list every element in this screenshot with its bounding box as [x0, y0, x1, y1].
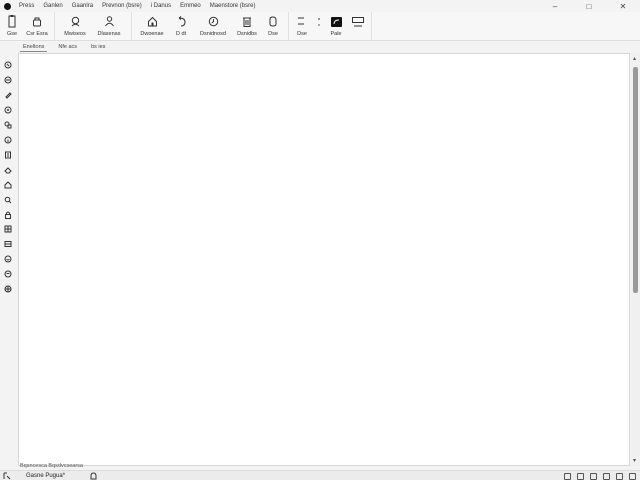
person-icon [102, 15, 116, 28]
ribbon-toolbar: Gse Csr Esra Mwiseos Dlasenas Dwoenae D … [0, 12, 640, 41]
menu-item-gaanlra[interactable]: Gaanlra [72, 3, 93, 9]
cut-label: Csr Esra [26, 31, 48, 37]
menu-item-emmeo[interactable]: Emmeo [180, 3, 201, 9]
scrollbar-thumb[interactable] [633, 67, 638, 293]
minimize-button[interactable]: – [538, 0, 572, 12]
home-icon[interactable] [3, 180, 12, 189]
undo-icon [174, 15, 188, 28]
scroll-up-icon[interactable]: ▴ [633, 55, 636, 62]
menu-item-ganlen[interactable]: Ganlen [43, 3, 62, 9]
document-icon[interactable] [3, 150, 12, 159]
pen-icon[interactable] [3, 90, 12, 99]
search-icon[interactable] [3, 195, 12, 204]
zoom-icon[interactable] [616, 472, 623, 480]
tab-eneltons[interactable]: Eneltons [20, 43, 48, 52]
line-tool-label: Dse [297, 31, 307, 37]
scroll-down-icon[interactable]: ▾ [633, 457, 636, 464]
menu-item-prevnon[interactable]: Prevnon (bsre) [102, 3, 142, 9]
status-text: Gasne Pugua* [26, 472, 66, 479]
tab-strip: Eneltons Nfe acs bs ies [20, 42, 108, 52]
eraser-icon[interactable] [3, 165, 12, 174]
fullscreen-icon[interactable] [629, 472, 636, 480]
cut-icon [30, 15, 44, 28]
trash-icon [240, 15, 254, 28]
mwiseos-button[interactable]: Mwiseos [59, 12, 91, 40]
drawing-canvas[interactable] [18, 53, 630, 466]
fit-icon[interactable] [590, 472, 597, 480]
circle-icon [266, 15, 280, 28]
fill-tool-label: Pale [330, 31, 342, 37]
delete-button[interactable]: Dsnidbs [232, 12, 262, 40]
status-icons [564, 471, 636, 480]
line-icon [295, 15, 309, 28]
status-bar: Gasne Pugua* [0, 470, 640, 480]
menu-item-press[interactable]: Press [19, 3, 34, 9]
menu-bar: Press Ganlen Gaanlra Prevnon (bsre) i Da… [0, 0, 640, 12]
page-icon[interactable] [564, 472, 571, 480]
maximize-button[interactable]: □ [572, 0, 606, 12]
fill-tool[interactable]: Pale [325, 12, 347, 40]
ribbon-group-tools: Dse Pale [289, 12, 372, 40]
history-label: Dsnidnosd [200, 31, 226, 37]
shield-icon[interactable] [3, 269, 12, 278]
undo-button[interactable]: D dt [168, 12, 194, 40]
ribbon-group-clipboard: Gse Csr Esra [0, 12, 55, 40]
hand-icon[interactable] [90, 472, 97, 480]
dot-icon [312, 15, 326, 28]
close-button[interactable]: ✕ [606, 0, 640, 12]
lock-icon[interactable] [3, 210, 12, 219]
dot-tool[interactable] [313, 12, 325, 40]
info-icon[interactable] [3, 135, 12, 144]
left-toolbar [0, 52, 15, 468]
menu-item-maenstore[interactable]: Maenstore (bsre) [210, 3, 256, 9]
grid-icon[interactable] [3, 224, 12, 233]
history-button[interactable]: Dsnidnosd [194, 12, 232, 40]
undo-label: D dt [175, 31, 187, 37]
tab-nfe-acs[interactable]: Nfe acs [55, 43, 80, 52]
shapes-icon[interactable] [3, 120, 12, 129]
grid-view-icon[interactable] [603, 472, 610, 480]
ribbon-group-people: Mwiseos Dlasenas [55, 12, 132, 40]
rectangle-icon [351, 15, 365, 28]
ribbon-group-edit: Dwoenae D dt Dsnidnosd Dsnidbs Dse [132, 12, 289, 40]
dwoenae-button[interactable]: Dwoenae [136, 12, 168, 40]
clipboard-label: Gse [6, 31, 18, 37]
line-tool[interactable]: Dse [291, 12, 313, 40]
clipboard-icon [5, 15, 19, 28]
scissors-icon[interactable] [3, 75, 12, 84]
fill-icon [329, 15, 343, 28]
dwoenae-label: Dwoenae [140, 31, 164, 37]
eye-icon[interactable] [3, 105, 12, 114]
dlasenas-label: Dlasenas [97, 31, 121, 37]
menu-item-danus[interactable]: i Danus [151, 3, 171, 9]
dse-label: Dse [268, 31, 278, 37]
lasso-icon[interactable] [3, 60, 12, 69]
window-controls: – □ ✕ [538, 0, 640, 12]
clock-icon [206, 15, 220, 28]
dlasenas-button[interactable]: Dlasenas [91, 12, 127, 40]
clipboard-button[interactable]: Gse [2, 12, 22, 40]
dse-button[interactable]: Dse [262, 12, 284, 40]
menu: Press Ganlen Gaanlra Prevnon (bsre) i Da… [19, 3, 255, 9]
mwiseos-label: Mwiseos [64, 31, 86, 37]
user-icon [68, 15, 82, 28]
tab-bs-ies[interactable]: bs ies [88, 43, 108, 52]
pointer-icon [3, 472, 11, 480]
rectangle-tool[interactable] [347, 12, 369, 40]
delete-label: Dsnidbs [237, 31, 257, 37]
split-icon[interactable] [577, 472, 584, 480]
canvas-caption: Bqsncesca Bqsdvcsearsa [20, 463, 83, 469]
layers-icon[interactable] [3, 239, 12, 248]
vertical-scrollbar[interactable]: ▴ ▾ [631, 53, 640, 466]
app-logo [4, 2, 11, 10]
globe-icon[interactable] [3, 284, 12, 293]
heart-icon[interactable] [3, 254, 12, 263]
cut-button[interactable]: Csr Esra [22, 12, 52, 40]
house-icon [145, 15, 159, 28]
